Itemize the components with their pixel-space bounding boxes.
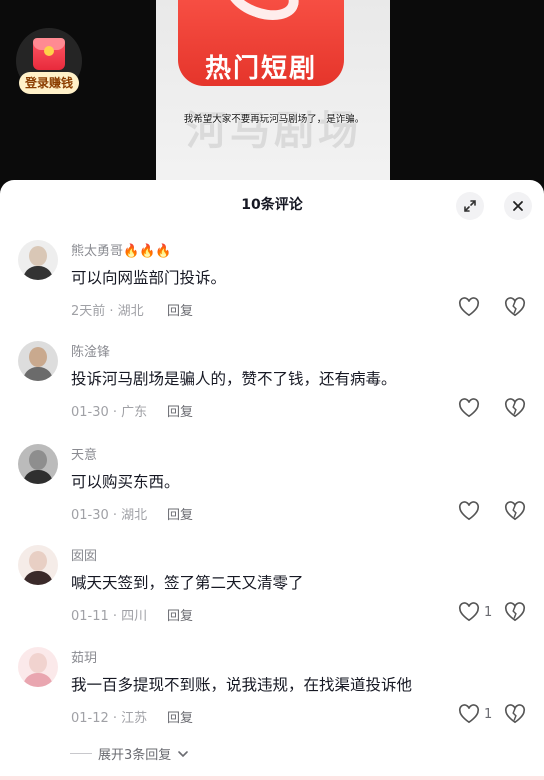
expand-replies-button[interactable]: 展开3条回复 [70,744,189,763]
like-count: 1 [484,706,493,722]
broken-heart-icon [504,602,526,622]
expand-replies-label: 展开3条回复 [98,748,172,763]
broken-heart-icon [504,398,526,418]
comment-item: 天意 可以购买东西。 01-30 · 湖北 回复 [0,444,544,544]
app-logo: 热门短剧 [178,0,344,86]
comment-meta: 01-12 · 江苏 [71,711,148,726]
broken-heart-icon [504,501,526,521]
reply-button[interactable]: 回复 [167,504,193,523]
like-button[interactable] [458,297,484,317]
reply-button[interactable]: 回复 [167,401,193,420]
comment-username[interactable]: 茹玥 [71,647,97,666]
comment-text: 可以向网监部门投诉。 [71,269,227,287]
video-subtitle: 我希望大家不要再玩河马剧场了，是诈骗。 [183,114,365,125]
like-button[interactable] [458,501,484,521]
avatar-head [29,450,47,470]
app-name-overlay: 河马剧场 [186,108,362,154]
reply-button[interactable]: 回复 [167,300,193,319]
comment-username[interactable]: 陈淦锋 [71,341,110,360]
close-button[interactable] [504,192,532,220]
comment-text: 可以购买东西。 [71,473,180,491]
avatar[interactable] [18,240,58,280]
bottom-bar [0,776,544,780]
comment-item: 陈淦锋 投诉河马剧场是骗人的，赞不了钱，还有病毒。 01-30 · 广东 回复 [0,341,544,441]
comment-username[interactable]: 囡囡 [71,545,97,564]
heart-icon [458,602,480,622]
reply-button[interactable]: 回复 [167,605,193,624]
dislike-button[interactable] [504,704,526,728]
logo-swirl-icon [218,0,306,30]
comment-username[interactable]: 天意 [71,444,97,463]
chevron-down-icon [178,750,189,757]
dislike-button[interactable] [504,501,526,525]
red-envelope-icon [33,38,65,70]
close-icon [513,201,523,211]
comment-item: 熊太勇哥🔥🔥🔥 可以向网监部门投诉。 2天前 · 湖北 回复 [0,240,544,340]
avatar-head [29,551,47,571]
reply-button[interactable]: 回复 [167,707,193,726]
avatar-body [23,673,53,687]
heart-icon [458,297,480,317]
expand-button[interactable] [456,192,484,220]
avatar-body [23,266,53,280]
like-count: 1 [484,604,493,620]
expand-icon [464,200,476,212]
heart-icon [458,501,480,521]
comment-text: 喊天天签到，签了第二天又清零了 [71,574,304,592]
comment-meta: 01-30 · 广东 [71,405,148,420]
comment-meta: 2天前 · 湖北 [71,304,144,319]
avatar[interactable] [18,341,58,381]
video-player[interactable]: 热门短剧 河马剧场 我希望大家不要再玩河马剧场了，是诈骗。 登录赚钱 [0,0,544,192]
heart-icon [458,398,480,418]
like-button[interactable] [458,398,484,418]
comment-text: 我一百多提现不到账，说我违规，在找渠道投诉他 [71,676,413,694]
avatar-head [29,246,47,266]
login-earn-button[interactable]: 登录赚钱 [16,28,82,96]
like-button[interactable]: 1 [458,704,492,724]
avatar-head [29,653,47,673]
comment-meta: 01-30 · 湖北 [71,508,148,523]
comment-item: 囡囡 喊天天签到，签了第二天又清零了 01-11 · 四川 回复 1 [0,545,544,645]
divider [70,753,92,754]
avatar-body [23,571,53,585]
video-frame: 热门短剧 河马剧场 我希望大家不要再玩河马剧场了，是诈骗。 [156,0,390,192]
dislike-button[interactable] [504,602,526,626]
avatar[interactable] [18,545,58,585]
comment-item: 茹玥 我一百多提现不到账，说我违规，在找渠道投诉他 01-12 · 江苏 回复 … [0,647,544,747]
avatar[interactable] [18,647,58,687]
avatar-body [23,367,53,381]
comment-username[interactable]: 熊太勇哥🔥🔥🔥 [71,240,172,259]
avatar-head [29,347,47,367]
comment-meta: 01-11 · 四川 [71,609,148,624]
app-logo-text: 热门短剧 [204,54,317,84]
avatar[interactable] [18,444,58,484]
broken-heart-icon [504,704,526,724]
comment-text: 投诉河马剧场是骗人的，赞不了钱，还有病毒。 [71,370,397,388]
comments-sheet: 10条评论 熊太勇哥🔥🔥🔥 可以向网监部门投诉。 2天前 · 湖北 回复 陈淦锋… [0,180,544,780]
heart-icon [458,704,480,724]
avatar-body [23,470,53,484]
like-button[interactable]: 1 [458,602,492,622]
broken-heart-icon [504,297,526,317]
earn-label: 登录赚钱 [19,72,79,94]
dislike-button[interactable] [504,398,526,422]
dislike-button[interactable] [504,297,526,321]
